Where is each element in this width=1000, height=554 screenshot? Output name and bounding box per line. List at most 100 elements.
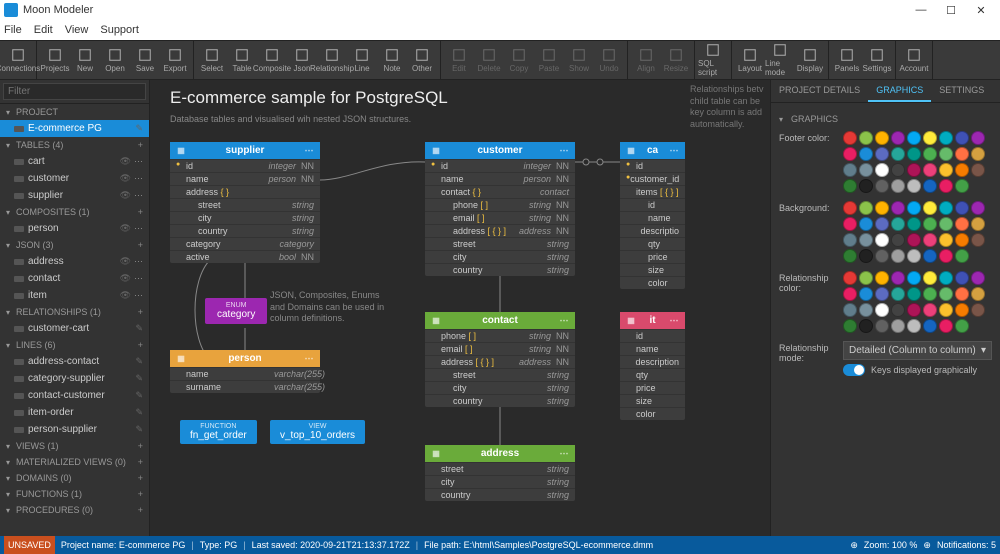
tool-table[interactable]: Table xyxy=(227,41,257,79)
dots-icon[interactable]: ⋯ xyxy=(669,315,679,326)
canvas[interactable]: E-commerce sample for PostgreSQL Databas… xyxy=(150,80,770,536)
tree-item[interactable]: supplier👁⋯ xyxy=(0,187,149,204)
entity-row[interactable]: name xyxy=(620,211,685,224)
entity-row[interactable]: streetstring xyxy=(425,368,575,381)
tool-sql-script[interactable]: SQL script xyxy=(698,41,728,79)
color-swatch[interactable] xyxy=(843,179,857,193)
entity-row[interactable]: ●id xyxy=(620,159,685,172)
entity-row[interactable]: streetstring xyxy=(170,198,320,211)
color-swatch[interactable] xyxy=(859,303,873,317)
tree-head[interactable]: ▾LINES (6)+ xyxy=(0,337,149,353)
color-swatch[interactable] xyxy=(923,271,937,285)
color-swatch[interactable] xyxy=(955,163,969,177)
tree-head[interactable]: ▾FUNCTIONS (1)+ xyxy=(0,486,149,502)
entity-row[interactable]: qty xyxy=(620,237,685,250)
color-swatch[interactable] xyxy=(907,201,921,215)
entity-supplier[interactable]: ▦supplier⋯●idintegerNNnamepersonNNaddres… xyxy=(170,142,320,263)
tree-item[interactable]: address👁⋯ xyxy=(0,253,149,270)
entity-row[interactable]: streetstring xyxy=(425,462,575,475)
color-swatch[interactable] xyxy=(971,163,985,177)
color-swatch[interactable] xyxy=(955,147,969,161)
color-swatch[interactable] xyxy=(891,319,905,333)
color-swatch[interactable] xyxy=(843,287,857,301)
pencil-icon[interactable]: ✎ xyxy=(135,424,143,435)
entity-row[interactable]: countrystring xyxy=(170,224,320,237)
tool-json[interactable]: Json xyxy=(287,41,317,79)
color-swatch[interactable] xyxy=(875,233,889,247)
eye-icon[interactable]: 👁 xyxy=(120,273,131,284)
dots-icon[interactable]: ⋯ xyxy=(134,290,143,301)
entity-row[interactable]: ●customer_id xyxy=(620,172,685,185)
entity-row[interactable]: price xyxy=(620,381,685,394)
dots-icon[interactable]: ⋯ xyxy=(304,353,314,364)
filter-input[interactable] xyxy=(3,83,146,100)
status-notifications[interactable]: Notifications: 5 xyxy=(937,540,996,550)
entity-row[interactable]: id xyxy=(620,329,685,342)
add-icon[interactable]: + xyxy=(138,340,143,350)
add-icon[interactable]: + xyxy=(138,505,143,515)
entity-row[interactable]: size xyxy=(620,263,685,276)
color-swatch[interactable] xyxy=(971,201,985,215)
color-swatch[interactable] xyxy=(907,303,921,317)
color-swatch[interactable] xyxy=(891,131,905,145)
entity-row[interactable]: namepersonNN xyxy=(425,172,575,185)
color-swatch[interactable] xyxy=(955,131,969,145)
entity-item[interactable]: ▦it⋯idnamedescriptionqtypricesizecolor xyxy=(620,312,685,420)
enum-category[interactable]: ENUMcategory xyxy=(205,298,267,324)
color-swatch[interactable] xyxy=(939,217,953,231)
entity-row[interactable]: namepersonNN xyxy=(170,172,320,185)
pencil-icon[interactable]: ✎ xyxy=(135,390,143,401)
color-swatch[interactable] xyxy=(843,319,857,333)
tool-new[interactable]: New xyxy=(70,41,100,79)
entity-row[interactable]: citystring xyxy=(425,381,575,394)
dots-icon[interactable]: ⋯ xyxy=(134,273,143,284)
dots-icon[interactable]: ⋯ xyxy=(134,223,143,234)
color-swatch[interactable] xyxy=(875,287,889,301)
tree-item[interactable]: contact-customer✎ xyxy=(0,387,149,404)
entity-row[interactable]: color xyxy=(620,407,685,420)
dots-icon[interactable]: ⋯ xyxy=(559,448,569,459)
add-icon[interactable]: + xyxy=(138,240,143,250)
color-swatch[interactable] xyxy=(955,233,969,247)
entity-row[interactable]: streetstring xyxy=(425,237,575,250)
color-swatch[interactable] xyxy=(891,147,905,161)
color-swatch[interactable] xyxy=(875,147,889,161)
entity-row[interactable]: name xyxy=(620,342,685,355)
entity-row[interactable]: id xyxy=(620,198,685,211)
entity-cart[interactable]: ▦ca⋯●id●customer_iditems [ { } ]idnamede… xyxy=(620,142,685,289)
tree-head[interactable]: ▾JSON (3)+ xyxy=(0,237,149,253)
status-zoom[interactable]: Zoom: 100 % xyxy=(864,540,918,550)
color-swatch[interactable] xyxy=(955,303,969,317)
color-swatch[interactable] xyxy=(971,147,985,161)
add-icon[interactable]: + xyxy=(138,140,143,150)
add-icon[interactable]: + xyxy=(138,207,143,217)
entity-row[interactable]: citystring xyxy=(170,211,320,224)
pencil-icon[interactable]: ✎ xyxy=(135,373,143,384)
tree-head[interactable]: ▾PROCEDURES (0)+ xyxy=(0,502,149,518)
color-swatch[interactable] xyxy=(955,179,969,193)
color-swatch[interactable] xyxy=(939,319,953,333)
entity-row[interactable]: items [ { } ] xyxy=(620,185,685,198)
tool-export[interactable]: Export xyxy=(160,41,190,79)
color-swatch[interactable] xyxy=(939,147,953,161)
tree-item[interactable]: customer👁⋯ xyxy=(0,170,149,187)
color-swatch[interactable] xyxy=(843,303,857,317)
entity-row[interactable]: ●idintegerNN xyxy=(425,159,575,172)
pencil-icon[interactable]: ✎ xyxy=(135,407,143,418)
dots-icon[interactable]: ⋯ xyxy=(134,173,143,184)
close-button[interactable]: ✕ xyxy=(966,4,996,17)
entity-customer[interactable]: ▦customer⋯●idintegerNNnamepersonNNcontac… xyxy=(425,142,575,276)
entity-row[interactable]: phone [ ]stringNN xyxy=(425,329,575,342)
entity-address[interactable]: ▦address⋯streetstringcitystringcountryst… xyxy=(425,445,575,501)
tool-save[interactable]: Save xyxy=(130,41,160,79)
color-swatch[interactable] xyxy=(891,217,905,231)
color-swatch[interactable] xyxy=(859,319,873,333)
add-icon[interactable]: + xyxy=(138,307,143,317)
graphics-section-head[interactable]: ▾ GRAPHICS xyxy=(779,111,992,127)
tool-select[interactable]: Select xyxy=(197,41,227,79)
color-swatch[interactable] xyxy=(923,233,937,247)
entity-row[interactable]: size xyxy=(620,394,685,407)
color-swatch[interactable] xyxy=(891,163,905,177)
color-swatch[interactable] xyxy=(859,249,873,263)
color-swatch[interactable] xyxy=(907,319,921,333)
